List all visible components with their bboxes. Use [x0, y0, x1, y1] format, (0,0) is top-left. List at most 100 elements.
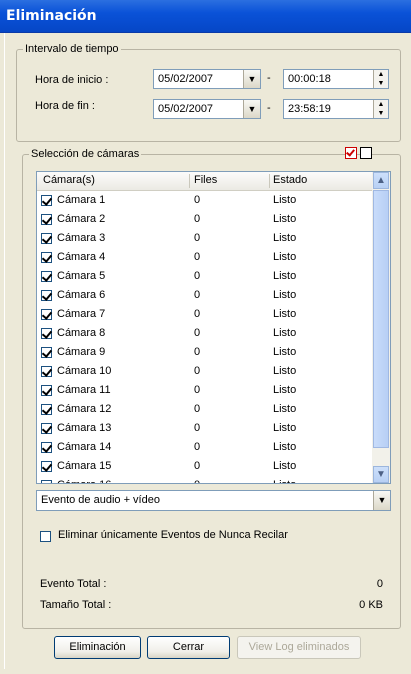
camera-list-header: Cámara(s) Files Estado: [37, 172, 372, 191]
camera-status: Listo: [273, 213, 297, 225]
start-date-value: 05/02/2007: [158, 73, 214, 85]
scroll-down-icon[interactable]: ▼: [373, 466, 389, 483]
camera-name: Cámara 1: [57, 194, 106, 206]
camera-row[interactable]: Cámara 13 0 Listo: [37, 420, 372, 439]
camera-checkbox[interactable]: [41, 252, 52, 263]
camera-name: Cámara 7: [57, 308, 106, 320]
camera-checkbox[interactable]: [41, 195, 52, 206]
camera-row[interactable]: Cámara 6 0 Listo: [37, 287, 372, 306]
chevron-down-icon[interactable]: ▼: [243, 70, 260, 88]
camera-row[interactable]: Cámara 10 0 Listo: [37, 363, 372, 382]
camera-status: Listo: [273, 289, 297, 301]
camera-status: Listo: [273, 441, 297, 453]
column-header-camera[interactable]: Cámara(s): [43, 174, 95, 186]
view-log-button[interactable]: View Log eliminados: [237, 636, 361, 659]
time-interval-group: Intervalo de tiempo: [16, 43, 401, 142]
camera-list[interactable]: Cámara(s) Files Estado Cámara 1 0 Listo Cám…: [36, 171, 391, 484]
camera-checkbox[interactable]: [41, 328, 52, 339]
camera-files: 0: [194, 422, 201, 434]
end-time-spinner[interactable]: 23:58:19 ▲ ▼: [283, 99, 389, 119]
spin-buttons[interactable]: ▲ ▼: [373, 70, 388, 88]
title-bar: Eliminación: [0, 0, 411, 33]
spin-buttons[interactable]: ▲ ▼: [373, 100, 388, 118]
camera-row[interactable]: Cámara 8 0 Listo: [37, 325, 372, 344]
camera-name: Cámara 10: [57, 365, 112, 377]
camera-files: 0: [194, 194, 201, 206]
camera-name: Cámara 12: [57, 403, 112, 415]
camera-files: 0: [194, 441, 201, 453]
spin-down-icon[interactable]: ▼: [374, 109, 388, 118]
chevron-down-icon[interactable]: ▼: [243, 100, 260, 118]
camera-row[interactable]: Cámara 3 0 Listo: [37, 230, 372, 249]
camera-checkbox[interactable]: [41, 480, 52, 483]
start-dash: -: [267, 72, 271, 84]
scroll-thumb[interactable]: [373, 190, 389, 448]
camera-row[interactable]: Cámara 1 0 Listo: [37, 192, 372, 211]
camera-checkbox[interactable]: [41, 214, 52, 225]
camera-checkbox[interactable]: [41, 366, 52, 377]
camera-files: 0: [194, 365, 201, 377]
camera-row[interactable]: Cámara 5 0 Listo: [37, 268, 372, 287]
close-button[interactable]: Cerrar: [147, 636, 230, 659]
camera-checkbox[interactable]: [41, 271, 52, 282]
camera-checkbox[interactable]: [41, 290, 52, 301]
start-date-dropdown[interactable]: 05/02/2007 ▼: [153, 69, 261, 89]
camera-row[interactable]: Cámara 7 0 Listo: [37, 306, 372, 325]
camera-status: Listo: [273, 479, 296, 483]
camera-name: Cámara 6: [57, 289, 106, 301]
size-total-label: Tamaño Total :: [40, 599, 112, 611]
end-date-dropdown[interactable]: 05/02/2007 ▼: [153, 99, 261, 119]
camera-checkbox[interactable]: [41, 461, 52, 472]
spin-up-icon[interactable]: ▲: [374, 70, 388, 79]
camera-row[interactable]: Cámara 14 0 Listo: [37, 439, 372, 458]
camera-selection-legend: Selección de cámaras: [31, 148, 140, 160]
camera-checkbox[interactable]: [41, 404, 52, 415]
camera-row[interactable]: Cámara 4 0 Listo: [37, 249, 372, 268]
camera-row[interactable]: Cámara 15 0 Listo: [37, 458, 372, 477]
camera-files: 0: [194, 346, 201, 358]
camera-status: Listo: [273, 460, 297, 472]
never-recycle-checkbox[interactable]: [40, 531, 51, 542]
camera-checkbox[interactable]: [41, 423, 52, 434]
never-recycle-label: Eliminar únicamente Eventos de Nunca Rec…: [58, 529, 288, 541]
camera-checkbox[interactable]: [41, 385, 52, 396]
spin-down-icon[interactable]: ▼: [374, 79, 388, 88]
camera-row[interactable]: Cámara 2 0 Listo: [37, 211, 372, 230]
camera-name: Cámara 15: [57, 460, 112, 472]
dialog-body: Intervalo de tiempo Hora de inicio : Hor…: [4, 33, 405, 669]
camera-row[interactable]: Cámara 16 0 Listo: [37, 477, 372, 483]
spin-up-icon[interactable]: ▲: [374, 100, 388, 109]
select-all-icon[interactable]: [345, 147, 357, 159]
camera-checkbox[interactable]: [41, 347, 52, 358]
end-dash: -: [267, 102, 271, 114]
camera-files: 0: [194, 289, 201, 301]
camera-checkbox[interactable]: [41, 233, 52, 244]
camera-checkbox[interactable]: [41, 442, 52, 453]
column-header-files[interactable]: Files: [194, 174, 217, 186]
camera-status: Listo: [273, 403, 297, 415]
vertical-scrollbar[interactable]: ▲ ▼: [372, 172, 390, 483]
camera-row[interactable]: Cámara 12 0 Listo: [37, 401, 372, 420]
camera-row[interactable]: Cámara 11 0 Listo: [37, 382, 372, 401]
event-type-dropdown[interactable]: Evento de audio + vídeo ▼: [36, 490, 391, 511]
event-total-value: 0: [376, 578, 383, 590]
scroll-up-icon[interactable]: ▲: [373, 172, 389, 189]
window-title: Eliminación: [6, 8, 97, 24]
camera-checkbox[interactable]: [41, 309, 52, 320]
chevron-down-icon[interactable]: ▼: [373, 491, 390, 510]
camera-name: Cámara 5: [57, 270, 106, 282]
start-time-spinner[interactable]: 00:00:18 ▲ ▼: [283, 69, 389, 89]
camera-files: 0: [194, 308, 201, 320]
camera-files: 0: [194, 251, 201, 263]
size-total-value: 0 KB: [359, 599, 383, 611]
camera-row[interactable]: Cámara 9 0 Listo: [37, 344, 372, 363]
camera-files: 0: [194, 270, 201, 282]
camera-status: Listo: [273, 308, 297, 320]
camera-files: 0: [194, 327, 201, 339]
camera-files: 0: [194, 460, 201, 472]
deselect-all-icon[interactable]: [360, 147, 372, 159]
camera-status: Listo: [273, 422, 297, 434]
camera-status: Listo: [273, 346, 297, 358]
column-header-status[interactable]: Estado: [273, 174, 307, 186]
delete-button[interactable]: Eliminación: [54, 636, 141, 659]
